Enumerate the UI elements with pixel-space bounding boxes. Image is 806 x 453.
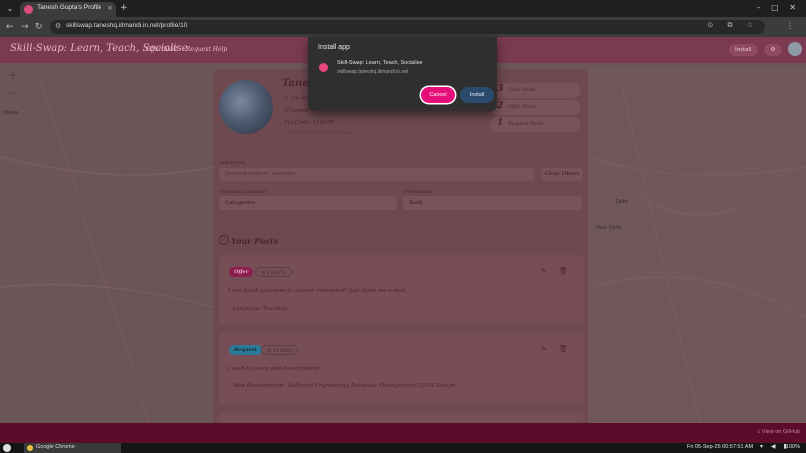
post-tag: Database Management [351, 383, 416, 389]
badge-label: Top Hel [289, 95, 310, 101]
reload-icon[interactable]: ↻ [35, 21, 43, 33]
email-text: tanesh [290, 108, 310, 114]
stat-offer-num: 2 [497, 101, 504, 111]
search-label: Search Posts [219, 160, 246, 165]
category-select-value: Categories [225, 200, 256, 206]
edit-icon[interactable]: ✎ [541, 345, 547, 353]
posts-section-icon: ✓ [219, 235, 229, 245]
app-icon [319, 63, 328, 72]
nav-request-help[interactable]: Request Help [186, 46, 227, 53]
browser-tab-strip: ⌄ Tanesh Gupta's Profile - Sk × + – ▢ ✕ [0, 0, 806, 17]
post-id-text: 110078 [266, 270, 287, 276]
delete-icon[interactable]: 🗑 [559, 267, 568, 275]
github-link-text: View on GitHub [761, 429, 800, 435]
post-card [219, 413, 584, 423]
os-menu-icon[interactable] [3, 444, 11, 452]
map-label-delhi: Delhi [616, 199, 629, 205]
dialog-title: Install app [318, 44, 350, 51]
post-id-badge: ◎ 110078 [255, 267, 293, 277]
tab-favicon-icon [24, 5, 33, 14]
profile-picture[interactable] [219, 80, 273, 134]
tab-search-icon[interactable]: ⌄ [4, 3, 16, 15]
stat-total-label: Total Posts [508, 87, 536, 93]
post-description: I can teach japanese to anyone intereste… [228, 288, 408, 294]
type-label: Offer/Request [403, 189, 431, 194]
post-id-text: 110085 [272, 348, 293, 354]
post-tag: Language Teaching [233, 306, 288, 312]
map-zoom-in-button[interactable]: + [8, 68, 18, 82]
address-bar[interactable]: ⚙ skillswap.taneshq.iitmandi.in.net/prof… [50, 20, 765, 34]
edit-icon[interactable]: ✎ [541, 267, 547, 275]
search-placeholder: Search descriptions, categories... [225, 171, 299, 177]
install-app-icon[interactable]: ⊙ ⧉ ☆ [707, 21, 759, 30]
forward-icon[interactable]: → [21, 21, 29, 33]
stat-offer-posts: 2 Offer Posts [490, 100, 580, 115]
profile-hint: Click profile picture to change [284, 131, 354, 136]
dialog-app-name: Skill-Swap: Learn, Teach, Socialise [337, 60, 423, 66]
post-type-badge: Offer [229, 267, 254, 277]
stat-total-num: 3 [497, 84, 504, 94]
install-app-dialog: Install app Skill-Swap: Learn, Teach, So… [308, 37, 497, 111]
dialog-app-url: skillswap.taneshq.iitmandi.in.net [337, 69, 409, 75]
profile-pincode: Pin Code: 110078 [284, 120, 334, 126]
clock[interactable]: Fri 05-Sep-25 00:57:51 AM [687, 444, 753, 450]
chrome-icon [27, 445, 33, 451]
stat-request-num: 1 [497, 118, 504, 128]
top-helper-badge: ✓ Top Hel [284, 95, 310, 101]
post-id-badge: ◎ 110085 [261, 345, 299, 355]
os-taskbar: Google Chrome Fri 05-Sep-25 00:57:51 AM … [0, 443, 806, 453]
extensions-menu-icon[interactable]: ⋮ [786, 21, 800, 30]
category-select[interactable]: Categories [219, 196, 397, 210]
url-text: skillswap.taneshq.iitmandi.in.net/profil… [66, 22, 188, 29]
post-type-badge: Request [229, 345, 262, 355]
taskbar-app-label: Google Chrome [36, 444, 75, 450]
type-select-value: Both [409, 200, 423, 206]
site-info-icon[interactable]: ⚙ [55, 22, 61, 30]
battery-level: 100% [785, 444, 800, 450]
nav-offer-skill[interactable]: Offer Skill [146, 46, 177, 53]
stat-request-label: Request Posts [508, 121, 544, 127]
install-button[interactable]: Install [729, 44, 758, 56]
site-footer: ⌂ View on GitHub [0, 423, 806, 443]
map-label-new-delhi: New Delhi [596, 225, 622, 231]
post-tag: Software Engineering [288, 383, 350, 389]
browser-toolbar: ← → ↻ ⚙ skillswap.taneshq.iitmandi.in.ne… [0, 17, 806, 37]
post-description: I wish to learn web development [228, 366, 320, 372]
window-controls[interactable]: – ▢ ✕ [757, 3, 800, 12]
map-label-chhata: Chhata [2, 110, 19, 116]
tab-close-icon[interactable]: × [107, 4, 113, 12]
taskbar-chrome[interactable]: Google Chrome [24, 443, 121, 453]
settings-icon[interactable]: ⚙ [764, 44, 782, 56]
clear-filters-button[interactable]: Clear Filters [542, 168, 582, 181]
back-icon[interactable]: ← [6, 21, 14, 33]
user-avatar[interactable] [788, 42, 802, 56]
tab-title: Tanesh Gupta's Profile - Sk [37, 4, 101, 11]
posts-section-title: Your Posts [231, 236, 279, 246]
dialog-install-button[interactable]: Install [460, 87, 494, 103]
delete-icon[interactable]: 🗑 [559, 345, 568, 353]
stat-total-posts: 3 Total Posts [490, 83, 580, 98]
profile-email: ✉ tanesh [284, 108, 310, 114]
stat-offer-label: Offer Posts [508, 104, 536, 110]
type-select[interactable]: Both [403, 196, 582, 210]
new-tab-button[interactable]: + [120, 3, 128, 13]
post-tag: Web Development [233, 383, 284, 389]
github-link[interactable]: ⌂ View on GitHub [757, 429, 800, 435]
map-zoom-out-button[interactable]: − [8, 86, 18, 100]
dialog-cancel-button[interactable]: Cancel [421, 87, 455, 103]
category-label: Categories (or/and/any) [219, 189, 267, 194]
stat-request-posts: 1 Request Posts [490, 117, 580, 132]
browser-tab[interactable]: Tanesh Gupta's Profile - Sk × [20, 2, 116, 17]
search-input[interactable]: Search descriptions, categories... [219, 168, 534, 181]
post-tag: UI/UX Design [417, 383, 456, 389]
